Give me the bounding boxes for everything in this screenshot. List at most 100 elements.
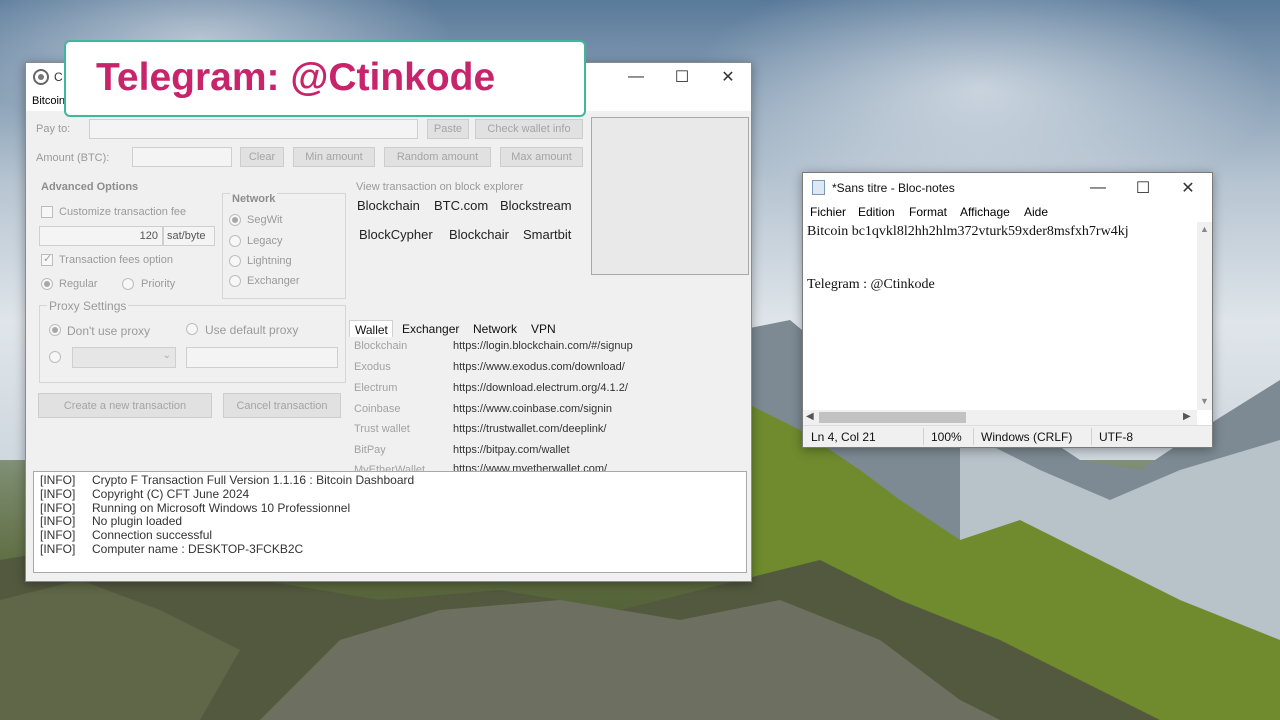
maximize-button[interactable]: ☐ — [659, 63, 705, 91]
qr-preview-box — [591, 117, 749, 275]
menu-fichier[interactable]: Fichier — [810, 205, 846, 219]
notepad-maximize-button[interactable]: ☐ — [1120, 173, 1166, 202]
text-line: Bitcoin bc1qvkl8l2hh2hlm372vturk59xder8m… — [807, 224, 1129, 239]
tab-wallet[interactable]: Wallet — [349, 320, 393, 338]
log-tag: [INFO] — [40, 500, 76, 515]
create-transaction-button[interactable]: Create a new transaction — [38, 393, 212, 418]
explorer-link-blockcypher[interactable]: BlockCypher — [359, 227, 433, 242]
notepad-icon — [812, 180, 825, 195]
proxy-group — [39, 305, 346, 383]
cancel-transaction-button[interactable]: Cancel transaction — [223, 393, 341, 418]
wallet-name: Electrum — [354, 382, 398, 394]
amount-label: Amount (BTC): — [36, 152, 110, 164]
notepad-titlebar[interactable]: *Sans titre - Bloc-notes — ☐ ✕ — [803, 173, 1212, 202]
log-message: Copyright (C) CFT June 2024 — [92, 486, 250, 501]
minimize-button[interactable]: — — [613, 63, 659, 91]
menu-affichage[interactable]: Affichage — [960, 205, 1010, 219]
notepad-horizontal-scrollbar[interactable]: ◀ ▶ — [803, 410, 1197, 425]
menu-aide[interactable]: Aide — [1024, 205, 1048, 219]
fee-value: 120 — [139, 230, 158, 242]
priority-label: Priority — [141, 278, 176, 290]
priority-radio[interactable] — [122, 278, 134, 290]
check-wallet-button[interactable]: Check wallet info — [475, 119, 583, 139]
wallet-url[interactable]: https://www.exodus.com/download/ — [453, 361, 625, 373]
lightning-label: Lightning — [247, 255, 292, 267]
menu-format[interactable]: Format — [909, 205, 947, 219]
explorer-title: View transaction on block explorer — [356, 181, 524, 193]
explorer-link-btccom[interactable]: BTC.com — [434, 198, 488, 213]
custom-proxy-radio[interactable] — [49, 351, 61, 363]
proxy-title: Proxy Settings — [47, 299, 129, 313]
explorer-link-blockchair[interactable]: Blockchair — [449, 227, 509, 242]
log-message: Computer name : DESKTOP-3FCKB2C — [92, 541, 304, 556]
log-line: [INFO] Running on Microsoft Windows 10 Pr… — [40, 500, 740, 516]
wallet-url[interactable]: https://www.coinbase.com/signin — [453, 403, 612, 415]
explorer-link-blockchain[interactable]: Blockchain — [357, 198, 420, 213]
status-divider — [973, 428, 974, 445]
menu-edition[interactable]: Edition — [858, 205, 895, 219]
log-message: Running on Microsoft Windows 10 Professi… — [92, 500, 351, 515]
legacy-radio[interactable] — [229, 235, 241, 247]
customize-fee-label: Customize transaction fee — [59, 206, 187, 218]
fee-value-input[interactable]: 120 — [39, 226, 163, 246]
amount-input[interactable] — [132, 147, 232, 167]
app-logo-icon — [33, 69, 49, 85]
scroll-right-icon[interactable]: ▶ — [1183, 411, 1191, 422]
wallet-url[interactable]: https://bitpay.com/wallet — [453, 444, 570, 456]
menu-bitcoin[interactable]: Bitcoin — [32, 95, 65, 107]
explorer-link-smartbit[interactable]: Smartbit — [523, 227, 571, 242]
explorer-link-blockstream[interactable]: Blockstream — [500, 198, 572, 213]
pay-to-input[interactable] — [89, 119, 418, 139]
notepad-close-button[interactable]: ✕ — [1165, 173, 1211, 202]
tab-vpn[interactable]: VPN — [526, 320, 561, 338]
wallet-url[interactable]: https://login.blockchain.com/#/signup — [453, 340, 633, 352]
scroll-thumb[interactable] — [819, 412, 966, 423]
fees-option-checkbox[interactable] — [41, 252, 53, 266]
chevron-down-icon: ⌄ — [162, 350, 171, 361]
tab-network[interactable]: Network — [468, 320, 522, 338]
notepad-text-area[interactable]: Bitcoin bc1qvkl8l2hh2hlm372vturk59xder8m… — [803, 222, 1197, 410]
proxy-type-select[interactable]: ⌄ — [72, 347, 176, 368]
close-button[interactable]: ✕ — [705, 63, 751, 91]
log-message: Crypto F Transaction Full Version 1.1.16… — [92, 473, 415, 487]
notepad-vertical-scrollbar[interactable]: ▲ ▼ — [1197, 222, 1212, 410]
log-tag: [INFO] — [40, 541, 76, 556]
wallet-url[interactable]: https://trustwallet.com/deeplink/ — [453, 423, 606, 435]
log-tag: [INFO] — [40, 514, 76, 529]
status-divider — [1091, 428, 1092, 445]
log-tag: [INFO] — [40, 473, 76, 487]
regular-radio[interactable] — [41, 278, 53, 290]
app-title: C — [54, 70, 63, 84]
min-amount-button[interactable]: Min amount — [293, 147, 375, 167]
notepad-window: *Sans titre - Bloc-notes — ☐ ✕ Fichier E… — [802, 172, 1213, 448]
max-amount-button[interactable]: Max amount — [500, 147, 583, 167]
scroll-up-icon[interactable]: ▲ — [1200, 224, 1209, 234]
segwit-radio[interactable] — [229, 214, 241, 226]
use-default-proxy-radio[interactable] — [186, 323, 198, 335]
clear-button[interactable]: Clear — [240, 147, 284, 167]
notepad-minimize-button[interactable]: — — [1075, 173, 1121, 202]
wallet-name: Coinbase — [354, 403, 401, 415]
scroll-down-icon[interactable]: ▼ — [1200, 396, 1209, 406]
notepad-title: *Sans titre - Bloc-notes — [832, 181, 955, 195]
customize-fee-checkbox[interactable] — [41, 206, 53, 218]
exchanger-radio[interactable] — [229, 275, 241, 287]
text-line: Telegram : @Ctinkode — [807, 277, 935, 292]
scroll-left-icon[interactable]: ◀ — [806, 411, 814, 422]
wallet-name: BitPay — [354, 444, 386, 456]
wallet-name: Trust wallet — [354, 423, 410, 435]
log-console[interactable]: [INFO] Crypto F Transaction Full Version … — [33, 471, 747, 573]
notepad-status-bar: Ln 4, Col 21 100% Windows (CRLF) UTF-8 — [803, 425, 1212, 447]
wallet-url[interactable]: https://download.electrum.org/4.1.2/ — [453, 382, 628, 394]
tab-exchanger[interactable]: Exchanger — [397, 320, 464, 338]
dont-use-proxy-radio[interactable] — [49, 324, 61, 336]
exchanger-label: Exchanger — [247, 275, 300, 287]
crypto-app-window: C — ☐ ✕ Bitcoin Pay to: Paste Check wall… — [25, 62, 752, 582]
segwit-label: SegWit — [247, 214, 283, 226]
random-amount-button[interactable]: Random amount — [384, 147, 491, 167]
network-title: Network — [230, 193, 278, 205]
proxy-address-input[interactable] — [186, 347, 338, 368]
paste-button[interactable]: Paste — [427, 119, 469, 139]
lightning-radio[interactable] — [229, 255, 241, 267]
wallet-name: Blockchain — [354, 340, 408, 352]
